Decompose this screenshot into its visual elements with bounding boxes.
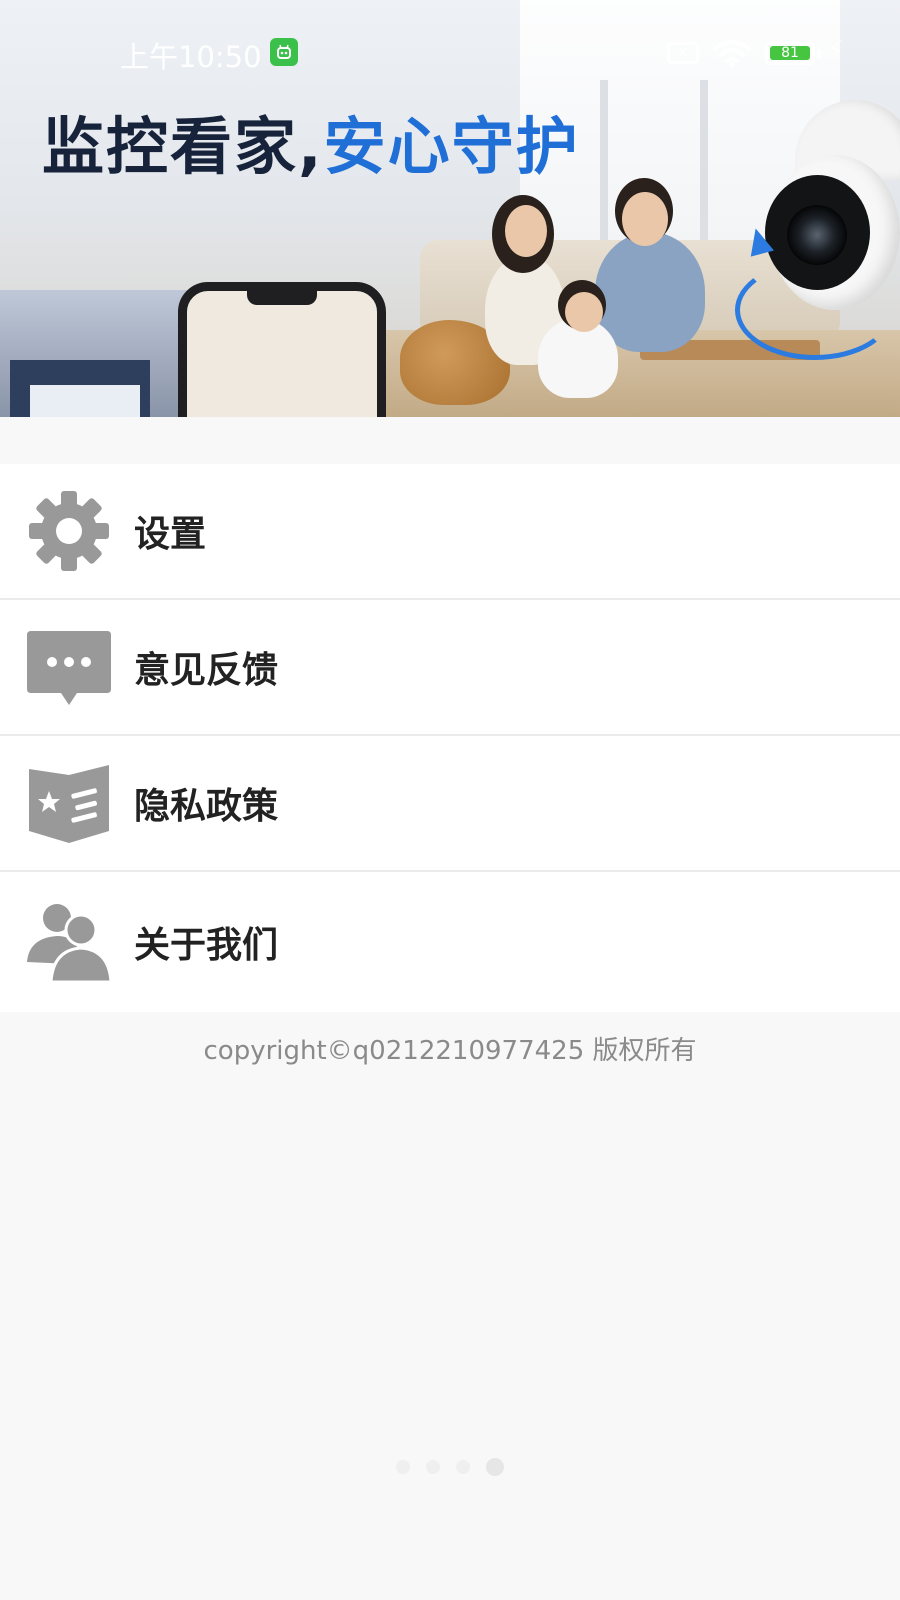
users-icon <box>27 900 111 984</box>
settings-menu: 设置 意见反馈 隐私政策 关于我们 <box>0 464 900 1012</box>
status-bar: 上午10:50 ✕ 81 ⚡ <box>0 28 900 78</box>
battery-level: 81 <box>770 46 810 60</box>
camera-lens <box>787 205 847 265</box>
person-man <box>595 232 705 352</box>
battery-icon: 81 <box>765 41 815 65</box>
menu-item-about-us[interactable]: 关于我们 <box>0 872 900 1012</box>
menu-item-settings[interactable]: 设置 <box>0 464 900 600</box>
headline-dark: 监控看家, <box>42 110 324 183</box>
app-badge-icon <box>270 38 298 66</box>
person-child-face <box>565 292 603 332</box>
menu-label-privacy-policy: 隐私政策 <box>134 786 279 827</box>
copyright-text: copyright©q0212210977425 版权所有 <box>203 1036 697 1066</box>
page-indicator <box>396 1458 504 1476</box>
security-camera-illustration <box>735 60 900 360</box>
headline-blue: 安心守护 <box>323 110 580 183</box>
menu-item-feedback[interactable]: 意见反馈 <box>0 600 900 736</box>
person-woman-face <box>505 205 547 257</box>
policy-book-icon <box>27 761 111 845</box>
rotation-arrow-icon <box>735 260 895 360</box>
phone-illustration <box>178 282 386 417</box>
person-man-face <box>622 192 668 246</box>
battery-tip <box>817 49 821 58</box>
page-dot <box>396 1460 410 1474</box>
page-dot-active <box>486 1458 504 1476</box>
page-dot <box>456 1460 470 1474</box>
menu-label-settings: 设置 <box>134 514 207 555</box>
sim-off-icon: ✕ <box>667 42 699 64</box>
menu-label-feedback: 意见反馈 <box>134 650 279 691</box>
page-dot <box>426 1460 440 1474</box>
menu-label-about-us: 关于我们 <box>134 925 279 966</box>
banner-headline: 监控看家,安心守护 <box>42 96 580 186</box>
house-wall <box>30 385 140 417</box>
wifi-icon <box>712 38 752 72</box>
status-time: 上午10:50 <box>120 40 262 74</box>
gear-icon <box>27 489 111 573</box>
charging-bolt-icon: ⚡ <box>826 36 845 66</box>
menu-item-privacy-policy[interactable]: 隐私政策 <box>0 736 900 872</box>
chat-bubble-icon <box>27 625 111 709</box>
phone-notch <box>247 289 317 305</box>
